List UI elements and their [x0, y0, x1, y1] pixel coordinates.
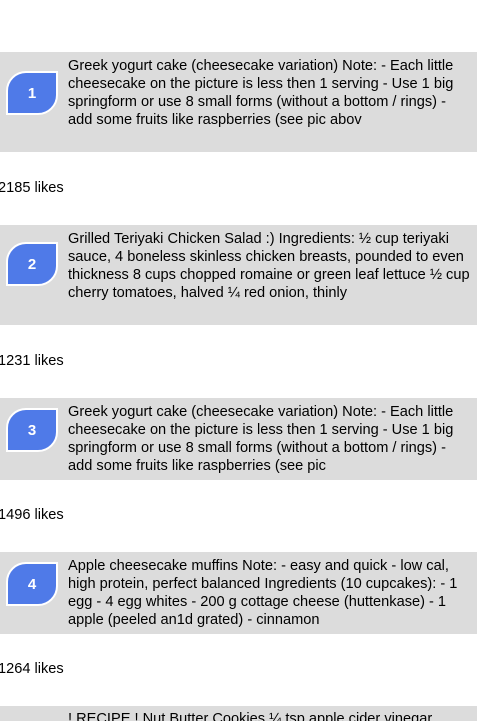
rank-badge[interactable]: 4: [6, 562, 58, 606]
rank-badge[interactable]: 3: [6, 408, 58, 452]
recipe-description: Grilled Teriyaki Chicken Salad :) Ingred…: [68, 231, 470, 301]
rank-badge[interactable]: 1: [6, 71, 58, 115]
likes-count: 2185 likes: [0, 180, 64, 196]
recipe-description: Greek yogurt cake (cheesecake variation)…: [68, 404, 454, 474]
likes-count: 1264 likes: [0, 661, 64, 677]
likes-count: 1496 likes: [0, 507, 64, 523]
recipe-card[interactable]: ! RECIPE ! Nut Butter Cookies ¼ tsp appl…: [0, 706, 477, 721]
recipe-card[interactable]: 3 Greek yogurt cake (cheesecake variatio…: [0, 398, 477, 480]
recipe-list: 1 Greek yogurt cake (cheesecake variatio…: [0, 0, 477, 721]
recipe-description: Apple cheesecake muffins Note: - easy an…: [68, 558, 458, 628]
recipe-card[interactable]: 2 Grilled Teriyaki Chicken Salad :) Ingr…: [0, 225, 477, 325]
rank-badge[interactable]: 2: [6, 242, 58, 286]
recipe-description: ! RECIPE ! Nut Butter Cookies ¼ tsp appl…: [68, 711, 433, 721]
recipe-description: Greek yogurt cake (cheesecake variation)…: [68, 58, 454, 128]
likes-count: 1231 likes: [0, 353, 64, 369]
recipe-card[interactable]: 1 Greek yogurt cake (cheesecake variatio…: [0, 52, 477, 152]
recipe-card[interactable]: 4 Apple cheesecake muffins Note: - easy …: [0, 552, 477, 634]
